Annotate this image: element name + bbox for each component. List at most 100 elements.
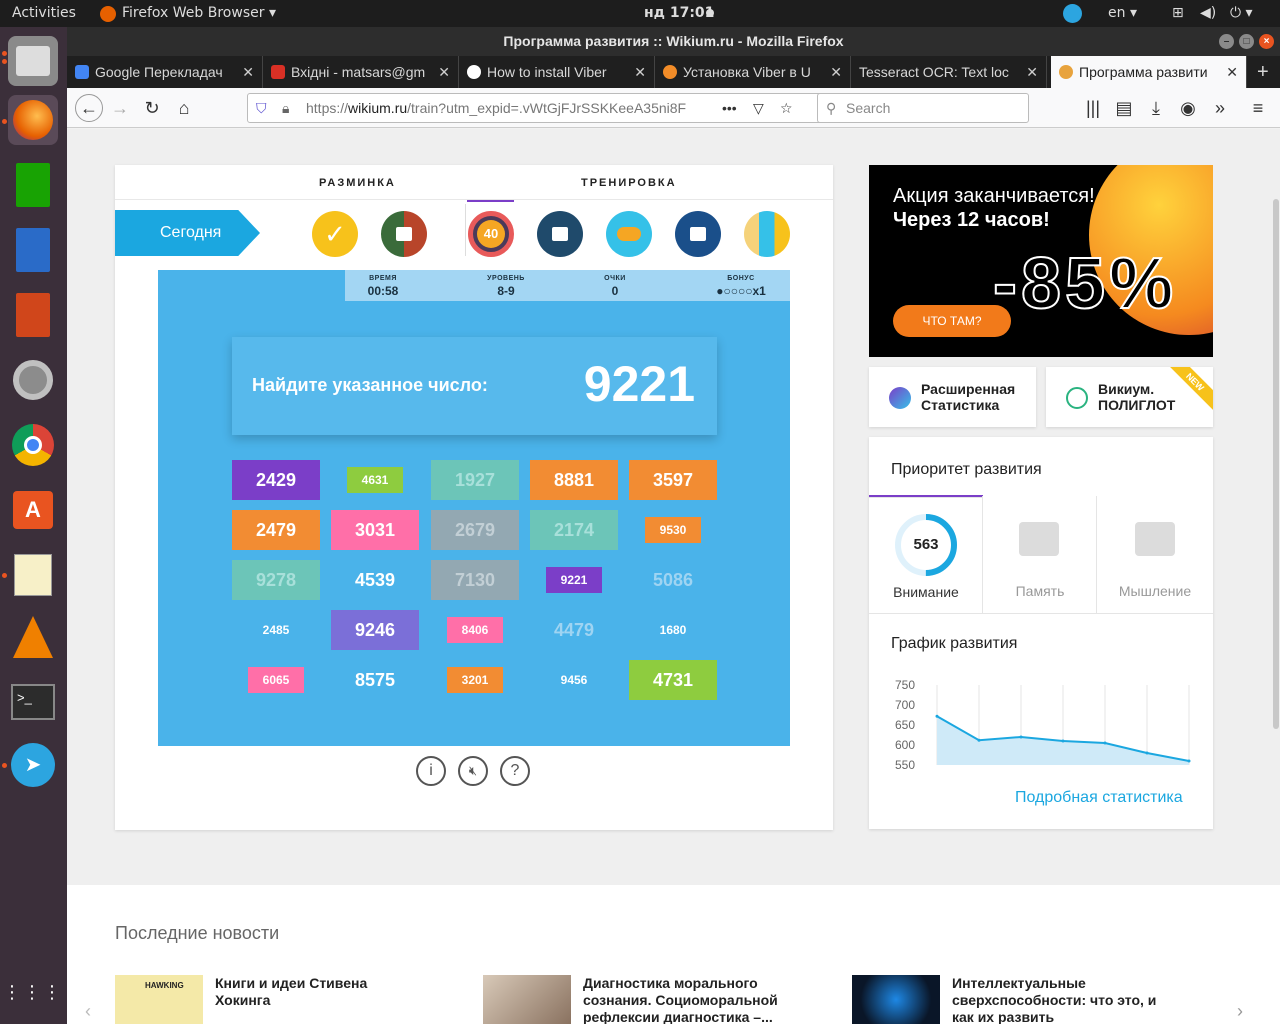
tab-viber-ubuntu[interactable]: Установка Viber в U ✕ bbox=[655, 56, 851, 88]
clock[interactable]: нд 17:01 bbox=[644, 5, 714, 21]
search-input[interactable]: ⚲ Search bbox=[817, 93, 1029, 123]
software-center-icon[interactable]: A bbox=[8, 485, 58, 535]
home-button[interactable]: ⌂ bbox=[173, 97, 195, 119]
news-thumbnail[interactable] bbox=[483, 975, 571, 1024]
number-tile[interactable]: 2479 bbox=[232, 510, 320, 550]
priority-memory[interactable]: Память bbox=[983, 496, 1097, 614]
priority-thinking[interactable]: Мышление bbox=[1097, 496, 1213, 614]
close-tab-icon[interactable]: ✕ bbox=[1226, 56, 1238, 88]
files-icon[interactable] bbox=[8, 36, 58, 86]
telegram-icon[interactable]: ➤ bbox=[8, 740, 58, 790]
number-tile[interactable]: 4539 bbox=[331, 560, 419, 600]
tab-warmup[interactable]: РАЗМИНКА bbox=[319, 177, 396, 189]
tab-wikium[interactable]: Программа развити ✕ bbox=[1051, 56, 1247, 88]
vlc-icon[interactable] bbox=[8, 612, 58, 662]
minimize-button[interactable]: – bbox=[1219, 34, 1234, 49]
lock-icon[interactable]: 🔒︎ bbox=[282, 94, 289, 122]
number-tile[interactable]: 5086 bbox=[629, 560, 717, 600]
locked-game-icon[interactable] bbox=[744, 211, 790, 257]
tab-google-translate[interactable]: Google Перекладач ✕ bbox=[67, 56, 263, 88]
number-tile[interactable]: 8881 bbox=[530, 460, 618, 500]
news-item[interactable]: Диагностика морального сознания. Социомор… bbox=[583, 975, 778, 1024]
tab-tesseract[interactable]: Tesseract OCR: Text loc ✕ bbox=[851, 56, 1047, 88]
show-applications-icon[interactable]: ⋮⋮⋮ bbox=[3, 967, 61, 1017]
text-editor-icon[interactable] bbox=[8, 550, 58, 600]
page-scrollbar[interactable] bbox=[1273, 199, 1279, 729]
promo-button[interactable]: ЧТО ТАМ? bbox=[893, 305, 1011, 337]
page-actions-icon[interactable]: ••• bbox=[722, 94, 737, 122]
number-tile[interactable]: 3031 bbox=[331, 510, 419, 550]
calc-icon[interactable] bbox=[8, 160, 58, 210]
carousel-next-icon[interactable]: › bbox=[1237, 1001, 1243, 1022]
firefox-dock-icon[interactable] bbox=[8, 95, 58, 145]
number-tile[interactable]: 8575 bbox=[331, 660, 419, 700]
number-tile[interactable]: 2429 bbox=[232, 460, 320, 500]
completed-check-icon[interactable]: ✓ bbox=[312, 211, 358, 257]
news-thumbnail[interactable]: HAWKING bbox=[115, 975, 203, 1024]
number-tile[interactable]: 2174 bbox=[530, 510, 618, 550]
telegram-tray-icon[interactable] bbox=[1063, 4, 1082, 23]
close-tab-icon[interactable]: ✕ bbox=[1026, 56, 1038, 88]
number-tile[interactable]: 1680 bbox=[645, 617, 701, 643]
power-icon[interactable]: ⏻ ▾ bbox=[1230, 5, 1253, 21]
carousel-prev-icon[interactable]: ‹ bbox=[85, 1001, 91, 1022]
maximize-button[interactable]: □ bbox=[1239, 34, 1254, 49]
language-indicator[interactable]: en ▾ bbox=[1108, 5, 1137, 21]
polyglot-card[interactable]: Викиум. ПОЛИГЛОТ NEW bbox=[1046, 367, 1213, 427]
priority-attention[interactable]: 563 Внимание bbox=[869, 496, 983, 614]
settings-icon[interactable] bbox=[8, 355, 58, 405]
tab-gmail[interactable]: Вхідні - matsars@gm ✕ bbox=[263, 56, 459, 88]
url-bar[interactable]: ⛉ 🔒︎ https://wikium.ru/train?utm_expid=.… bbox=[247, 93, 875, 123]
news-item[interactable]: Интеллектуальные сверхспособности: что эт… bbox=[952, 975, 1156, 1024]
locked-game-icon[interactable] bbox=[675, 211, 721, 257]
close-tab-icon[interactable]: ✕ bbox=[830, 56, 842, 88]
number-tile[interactable]: 4479 bbox=[530, 610, 618, 650]
number-tile[interactable]: 3597 bbox=[629, 460, 717, 500]
volume-icon[interactable]: ◀) bbox=[1200, 5, 1216, 21]
number-tile[interactable]: 7130 bbox=[431, 560, 519, 600]
tab-training[interactable]: ТРЕНИРОВКА bbox=[581, 177, 677, 189]
activities-button[interactable]: Activities bbox=[12, 5, 76, 21]
help-icon[interactable]: ? bbox=[500, 756, 530, 786]
writer-icon[interactable] bbox=[8, 225, 58, 275]
locked-game-icon[interactable] bbox=[381, 211, 427, 257]
close-window-button[interactable]: × bbox=[1259, 34, 1274, 49]
number-tile[interactable]: 4731 bbox=[629, 660, 717, 700]
number-tile[interactable]: 4631 bbox=[347, 467, 403, 493]
number-tile[interactable]: 9278 bbox=[232, 560, 320, 600]
tab-viber-install[interactable]: How to install Viber ✕ bbox=[459, 56, 655, 88]
promo-banner[interactable]: Акция заканчивается! Через 12 часов! -85… bbox=[869, 165, 1213, 357]
chrome-icon[interactable] bbox=[8, 420, 58, 470]
current-game-icon[interactable]: 40 bbox=[468, 211, 514, 257]
hamburger-menu-icon[interactable]: ≡ bbox=[1247, 97, 1269, 119]
number-tile[interactable]: 1927 bbox=[431, 460, 519, 500]
sound-off-icon[interactable]: 🔇︎ bbox=[458, 756, 488, 786]
news-item[interactable]: Книги и идеи Стивена Хокинга bbox=[215, 975, 367, 1009]
number-tile[interactable]: 9221 bbox=[546, 567, 602, 593]
bookmark-star-icon[interactable]: ☆ bbox=[780, 94, 793, 122]
pocket-icon[interactable]: ▽ bbox=[753, 94, 764, 122]
number-tile[interactable]: 9530 bbox=[645, 517, 701, 543]
library-icon[interactable]: ||| bbox=[1082, 97, 1104, 119]
locked-game-icon[interactable] bbox=[537, 211, 583, 257]
news-thumbnail[interactable] bbox=[852, 975, 940, 1024]
downloads-icon[interactable]: ⤓ bbox=[1145, 97, 1167, 119]
account-icon[interactable]: ◉ bbox=[1177, 97, 1199, 119]
terminal-icon[interactable]: >_ bbox=[8, 677, 58, 727]
number-tile[interactable]: 3201 bbox=[447, 667, 503, 693]
sidebar-icon[interactable]: ▤ bbox=[1113, 97, 1135, 119]
impress-icon[interactable] bbox=[8, 290, 58, 340]
close-tab-icon[interactable]: ✕ bbox=[438, 56, 450, 88]
number-tile[interactable]: 9246 bbox=[331, 610, 419, 650]
reload-button[interactable]: ↻ bbox=[141, 97, 163, 119]
number-tile[interactable]: 2485 bbox=[248, 617, 304, 643]
forward-button[interactable]: → bbox=[109, 97, 131, 119]
number-tile[interactable]: 2679 bbox=[431, 510, 519, 550]
new-tab-button[interactable]: + bbox=[1249, 56, 1279, 88]
rain-cloud-icon[interactable] bbox=[606, 211, 652, 257]
close-tab-icon[interactable]: ✕ bbox=[242, 56, 254, 88]
info-icon[interactable]: i bbox=[416, 756, 446, 786]
number-tile[interactable]: 9456 bbox=[546, 667, 602, 693]
app-menu[interactable]: Firefox Web Browser ▾ bbox=[122, 5, 276, 21]
tracking-shield-icon[interactable]: ⛉ bbox=[256, 94, 267, 122]
